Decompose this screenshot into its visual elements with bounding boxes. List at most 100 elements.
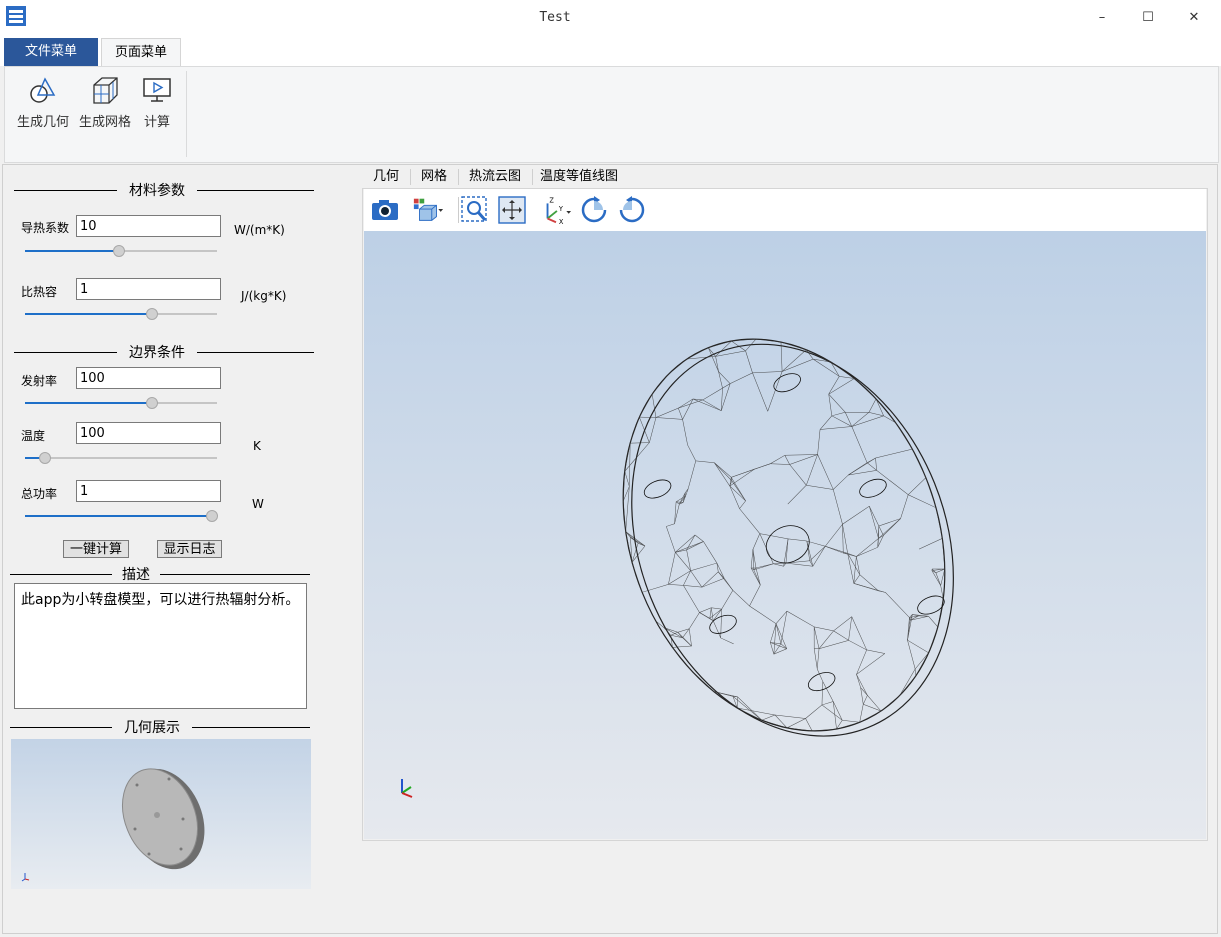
mesh-edge <box>675 552 691 571</box>
ribbon-tab-bar <box>0 36 1221 66</box>
mesh-edge <box>674 504 680 524</box>
mesh-edge <box>651 374 669 395</box>
mesh-edge <box>848 616 852 641</box>
zoom-box-icon[interactable] <box>459 195 491 225</box>
boundary-group-label: 边界条件 <box>117 342 197 362</box>
temperature-slider[interactable] <box>25 451 217 465</box>
mesh-edge <box>730 372 753 384</box>
slider-track <box>25 457 217 459</box>
emissivity-slider[interactable] <box>25 396 217 410</box>
mesh-edge <box>687 444 696 461</box>
slider-thumb[interactable] <box>146 308 158 320</box>
tab-separator <box>410 169 411 185</box>
mesh-edge <box>828 378 855 395</box>
mesh-edge <box>689 612 700 629</box>
mesh-edge <box>708 347 719 372</box>
slider-thumb[interactable] <box>39 452 51 464</box>
specific-heat-input[interactable]: 1 <box>76 278 221 300</box>
mesh-edge <box>821 681 823 705</box>
mesh-edge <box>833 489 843 525</box>
fit-view-icon[interactable] <box>496 195 528 225</box>
mesh-edge <box>931 570 941 586</box>
slider-fill <box>25 250 118 252</box>
mesh-edge <box>625 486 630 532</box>
mesh-edge <box>908 477 927 495</box>
tab-temperature-contour[interactable]: 温度等值线图 <box>534 166 624 188</box>
tab-mesh[interactable]: 网格 <box>412 166 456 188</box>
mesh-edge <box>770 455 785 464</box>
tab-heat-flux[interactable]: 热流云图 <box>460 166 530 188</box>
mesh-edge <box>876 470 909 495</box>
one-click-calc-button[interactable]: 一键计算 <box>63 540 129 558</box>
maximize-button[interactable]: ☐ <box>1125 0 1171 34</box>
svg-text:X: X <box>559 218 564 225</box>
view-cube-icon[interactable] <box>412 195 444 225</box>
mesh-edge <box>817 454 834 490</box>
mesh-edge <box>875 458 877 471</box>
mesh-edge <box>883 518 901 536</box>
slider-thumb[interactable] <box>146 397 158 409</box>
generate-mesh-button[interactable]: 生成网格 <box>77 75 133 153</box>
3d-viewport[interactable] <box>364 231 1206 839</box>
mesh-edge <box>686 549 691 571</box>
thermal-conductivity-slider[interactable] <box>25 244 217 258</box>
mesh-edge <box>783 563 787 567</box>
slider-thumb[interactable] <box>206 510 218 522</box>
specific-heat-unit: J/(kg*K) <box>241 289 287 303</box>
mesh-edge <box>878 518 901 539</box>
mesh-edge <box>785 560 810 564</box>
mesh-edge <box>907 614 913 641</box>
slider-thumb[interactable] <box>113 245 125 257</box>
mesh-edge <box>806 484 834 490</box>
geometry-group-label: 几何展示 <box>112 717 192 737</box>
mesh-edge <box>817 668 823 682</box>
mesh-edge <box>731 463 771 478</box>
mesh-edge <box>932 568 945 570</box>
mesh-edge <box>805 704 823 719</box>
mesh-edge <box>629 443 631 487</box>
mesh-edge <box>789 464 807 486</box>
mesh-edge <box>851 426 868 463</box>
mesh-edge <box>851 415 884 427</box>
mesh-edge <box>683 585 702 588</box>
mesh-edge <box>666 523 675 527</box>
mesh-edge <box>813 358 840 377</box>
mesh-edge <box>666 526 676 553</box>
thermal-conductivity-input[interactable]: 10 <box>76 215 221 237</box>
camera-icon[interactable] <box>369 195 401 225</box>
total-power-slider[interactable] <box>25 509 218 523</box>
mesh-edge <box>878 518 901 527</box>
generate-geometry-button[interactable]: 生成几何 <box>15 75 71 153</box>
temperature-label: 温度 <box>21 429 46 443</box>
rotate-ccw-icon[interactable] <box>616 195 648 225</box>
rotate-cw-icon[interactable] <box>578 195 610 225</box>
temperature-input[interactable]: 100 <box>76 422 221 444</box>
mesh-wireframe-image <box>401 338 954 798</box>
compute-button[interactable]: 计算 <box>139 75 175 153</box>
mesh-edge <box>737 707 762 721</box>
total-power-input[interactable]: 1 <box>76 480 221 502</box>
close-button[interactable]: ✕ <box>1171 0 1217 34</box>
mesh-edge <box>775 610 788 624</box>
description-textbox[interactable]: 此app为小转盘模型，可以进行热辐射分析。 <box>14 583 307 709</box>
mesh-edge <box>907 617 910 641</box>
mesh-edge <box>675 534 696 553</box>
mesh-edge <box>788 538 807 542</box>
mesh-edge <box>912 448 927 478</box>
mesh-edge <box>813 626 815 649</box>
tab-geometry[interactable]: 几何 <box>364 166 408 188</box>
mesh-edge <box>690 562 717 571</box>
mesh-edge <box>813 648 818 670</box>
emissivity-input[interactable]: 100 <box>76 367 221 389</box>
mesh-edge <box>825 546 848 554</box>
mesh-edge <box>885 592 910 618</box>
axes-icon[interactable]: ZYX <box>540 195 572 225</box>
tab-file-menu[interactable]: 文件菜单 <box>4 38 98 66</box>
tab-page-menu[interactable]: 页面菜单 <box>101 38 181 67</box>
show-log-button[interactable]: 显示日志 <box>157 540 222 558</box>
mesh-edge <box>668 570 691 585</box>
specific-heat-slider[interactable] <box>25 307 217 321</box>
mesh-edge <box>907 640 929 654</box>
minimize-button[interactable]: – <box>1079 0 1125 34</box>
mesh-edge <box>907 640 916 670</box>
